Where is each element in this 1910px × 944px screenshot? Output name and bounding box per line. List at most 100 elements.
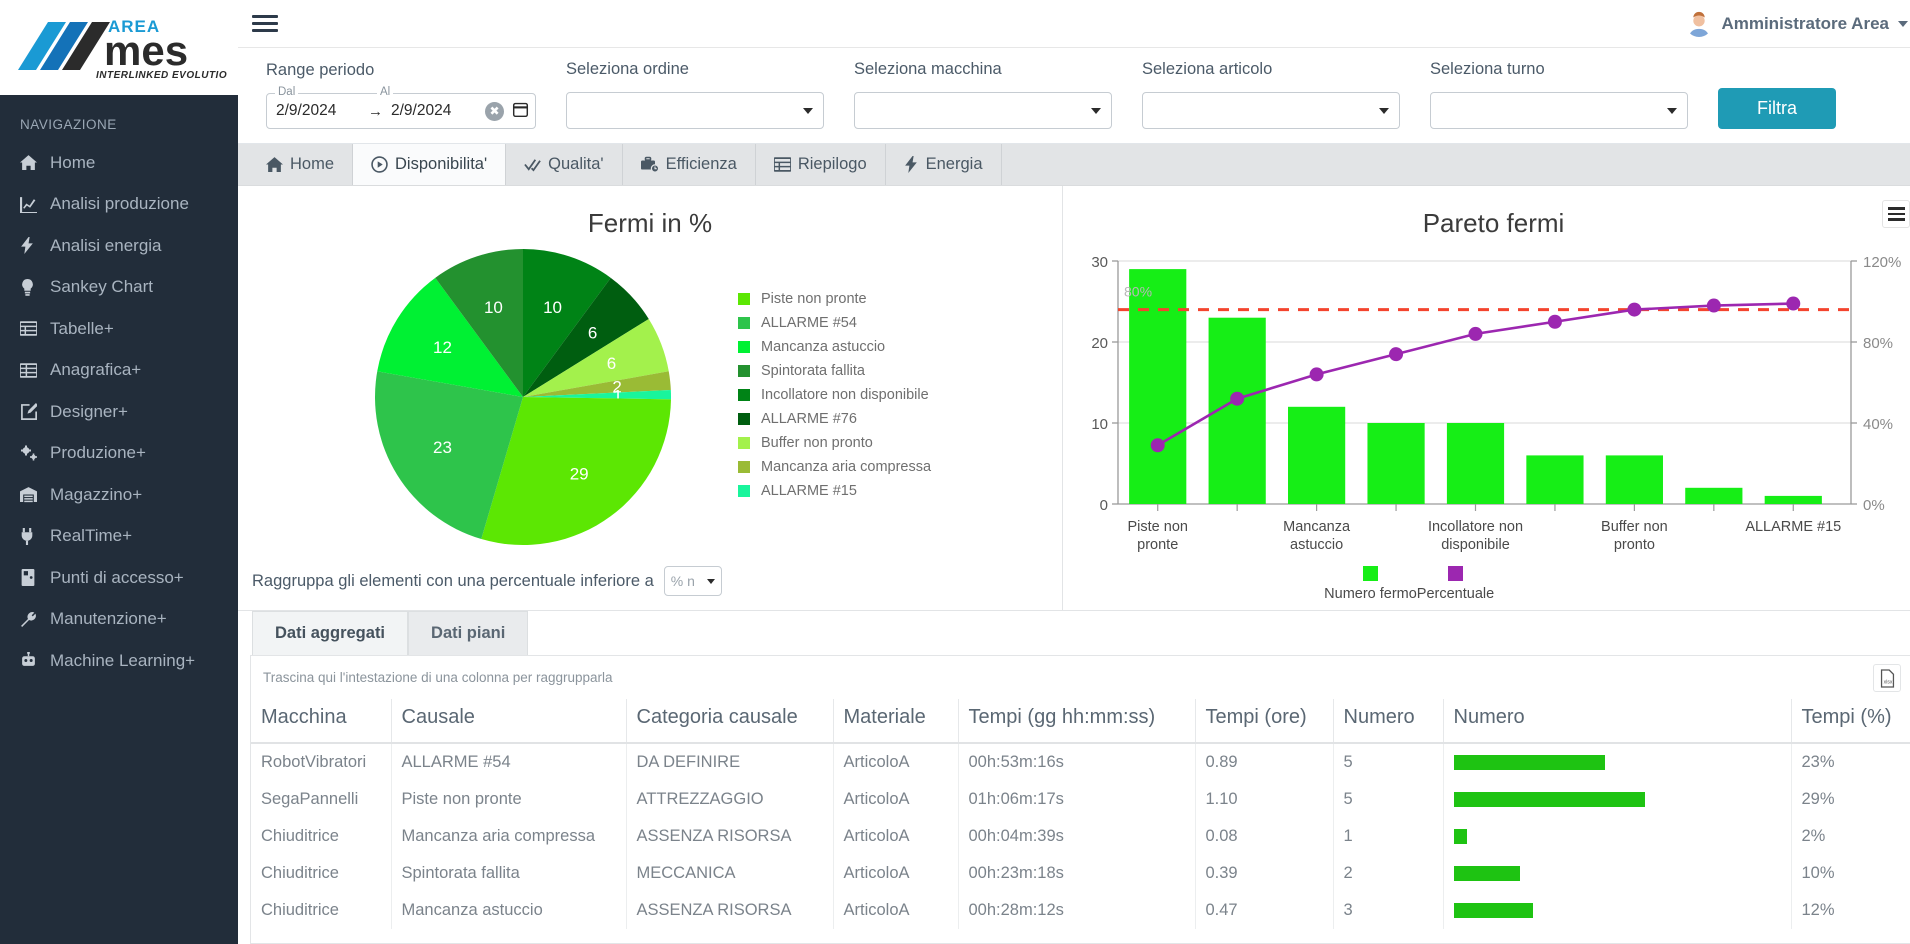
table-row[interactable]: Chiuditrice Mancanza astuccio ASSENZA RISO… [251, 892, 1910, 929]
filter-submit-button[interactable]: Filtra [1718, 88, 1836, 129]
article-select[interactable] [1142, 92, 1400, 129]
xlsx-export-icon[interactable]: xlsx [1873, 664, 1901, 692]
legend-item[interactable]: Piste non pronte [738, 287, 931, 311]
table-column-header[interactable]: Categoria causale [625, 699, 833, 744]
sidebar-item-home[interactable]: Home [0, 142, 238, 184]
pareto-line-point[interactable] [1230, 391, 1245, 406]
subtab-dati-aggregati[interactable]: Dati aggregati [252, 611, 409, 655]
sidebar-item-anagrafica[interactable]: Anagrafica+ [0, 350, 238, 392]
legend-item[interactable]: Spintorata fallita [738, 359, 931, 383]
order-select[interactable] [566, 92, 824, 129]
tab-home[interactable]: Home [248, 144, 354, 185]
table-row[interactable]: RobotVibratori ALLARME #54 DA DEFINIRE Arti… [251, 743, 1910, 781]
pareto-line-point[interactable] [1150, 438, 1165, 453]
sidebar-item-label: RealTime+ [50, 526, 133, 546]
hamburger-menu-icon[interactable] [1882, 200, 1910, 228]
date-to-value[interactable]: 2/9/2024 [391, 102, 483, 120]
calendar-icon[interactable] [512, 101, 529, 122]
pareto-bar[interactable] [1605, 455, 1663, 504]
legend-item[interactable]: ALLARME #15 [738, 479, 931, 503]
table-column-header[interactable]: Macchina [251, 699, 391, 744]
sidebar-item-punti-di-accesso[interactable]: Punti di accesso+ [0, 557, 238, 599]
pie-chart-canvas[interactable]: 10 6 6 2 1 29 23 12 10 [238, 239, 738, 551]
pareto-bar[interactable] [1129, 269, 1187, 504]
pareto-line-point[interactable] [1389, 347, 1404, 362]
sidebar-item-manutenzione[interactable]: Manutenzione+ [0, 599, 238, 641]
sidebar-item-machine-learning[interactable]: Machine Learning+ [0, 640, 238, 682]
data-table-section: Dati aggregati Dati piani Trascina qui l'… [238, 611, 1910, 944]
legend-label: Mancanza astuccio [761, 339, 886, 355]
pareto-bar[interactable] [1288, 406, 1346, 504]
table-column-header[interactable]: Tempi (gg hh:mm:ss) [957, 699, 1195, 744]
user-menu[interactable]: Amministratore Area [1686, 10, 1908, 37]
table-column-header[interactable]: Numero [1442, 699, 1791, 744]
sidebar-item-designer[interactable]: Designer+ [0, 391, 238, 433]
pareto-bar[interactable] [1446, 423, 1505, 504]
table-column-header[interactable]: Tempi (ore) [1194, 699, 1333, 744]
tab-energia[interactable]: Energia [885, 144, 1002, 185]
sidebar-item-sankey-chart[interactable]: Sankey Chart [0, 267, 238, 309]
legend-label: Numero fermo [1324, 586, 1417, 599]
machine-select[interactable] [854, 92, 1112, 129]
cell-tempi_hms: 00h:53m:16s [957, 743, 1195, 781]
x-axis-tick-label: pronto [1614, 537, 1655, 553]
sidebar-item-label: Home [50, 152, 96, 172]
tab-efficienza[interactable]: Efficienza [622, 144, 756, 185]
cell-macchina: RobotVibratori [261, 753, 367, 771]
hamburger-icon[interactable] [252, 11, 278, 36]
table-row[interactable]: Chiuditrice Mancanza aria compressa ASSENZ… [251, 818, 1910, 855]
sidebar-item-produzione[interactable]: Produzione+ [0, 433, 238, 475]
legend-item[interactable]: ALLARME #76 [738, 407, 931, 431]
sidebar-item-label: Designer+ [50, 401, 128, 421]
tab-qualita[interactable]: Qualita' [506, 144, 623, 185]
table-row[interactable]: Chiuditrice Spintorata fallita MECCANICA Ar… [251, 855, 1910, 892]
sidebar-item-magazzino[interactable]: Magazzino+ [0, 474, 238, 516]
pareto-line-point[interactable] [1468, 326, 1483, 341]
group-threshold-select[interactable]: % n [663, 566, 722, 596]
pareto-line-point[interactable] [1547, 314, 1562, 329]
date-range-input[interactable]: Dal Al 2/9/2024 → 2/9/2024 ✖ [266, 86, 536, 129]
legend-item[interactable]: ALLARME #54 [738, 311, 931, 335]
y-axis-tick: 20 [1091, 335, 1108, 352]
legend-item[interactable]: Incollatore non disponibile [738, 383, 931, 407]
table-row[interactable]: SegaPannelli Piste non pronte ATTREZZAGGIO… [251, 781, 1910, 818]
sidebar-item-analisi-energia[interactable]: Analisi energia [0, 225, 238, 267]
sidebar-item-tabelle[interactable]: Tabelle+ [0, 308, 238, 350]
table-column-header[interactable]: Materiale [832, 699, 958, 744]
table-column-header[interactable]: Causale [390, 699, 626, 744]
pareto-bar[interactable] [1764, 495, 1822, 504]
tab-riepilogo[interactable]: Riepilogo [755, 144, 886, 185]
pareto-bar[interactable] [1685, 487, 1743, 504]
legend-swatch [1363, 566, 1378, 581]
pareto-chart-canvas[interactable]: 0 10 20 30 0% 40% 80% 120% 80% Piste non pronte Man… [1063, 239, 1903, 602]
clear-circle-icon[interactable]: ✖ [485, 101, 504, 121]
legend-item[interactable]: Buffer non pronto [738, 431, 931, 455]
chevron-down-icon[interactable] [1898, 20, 1908, 27]
table-column-header[interactable]: Numero [1332, 699, 1443, 744]
date-from-value[interactable]: 2/9/2024 [276, 102, 368, 120]
cell-numero-bar [1442, 781, 1791, 818]
pareto-line-point[interactable] [1627, 302, 1642, 317]
pareto-bar[interactable] [1526, 455, 1584, 504]
tab-disponibilita[interactable]: Disponibilita' [353, 144, 507, 185]
legend-item[interactable]: Mancanza astuccio [738, 335, 931, 359]
sidebar-item-analisi-produzione[interactable]: Analisi produzione [0, 184, 238, 226]
pareto-line-point[interactable] [1786, 296, 1801, 311]
shift-select[interactable] [1430, 92, 1688, 129]
legend-item[interactable]: Mancanza aria compressa [738, 455, 931, 479]
svg-text:mes: mes [104, 27, 188, 74]
pareto-line-point[interactable] [1309, 367, 1324, 382]
legend-swatch [738, 365, 750, 377]
shift-filter-group: Seleziona turno [1430, 60, 1688, 129]
pareto-line-point[interactable] [1706, 298, 1721, 313]
table-column-header[interactable]: Tempi (%) [1790, 699, 1910, 744]
subtab-dati-piani[interactable]: Dati piani [408, 611, 529, 655]
cell-numero-bar [1442, 818, 1791, 855]
sidebar-item-realtime[interactable]: RealTime+ [0, 516, 238, 558]
app-logo[interactable]: AREA mes INTERLINKED EVOLUTION [0, 0, 238, 95]
y2-axis-tick: 0% [1863, 497, 1885, 514]
pareto-bar[interactable] [1367, 423, 1425, 504]
cell-categoria: ASSENZA RISORSA [625, 892, 833, 929]
cell-numero-bar [1442, 892, 1791, 929]
sidebar-nav-list: Home Analisi produzione Analisi energia San… [0, 142, 238, 682]
